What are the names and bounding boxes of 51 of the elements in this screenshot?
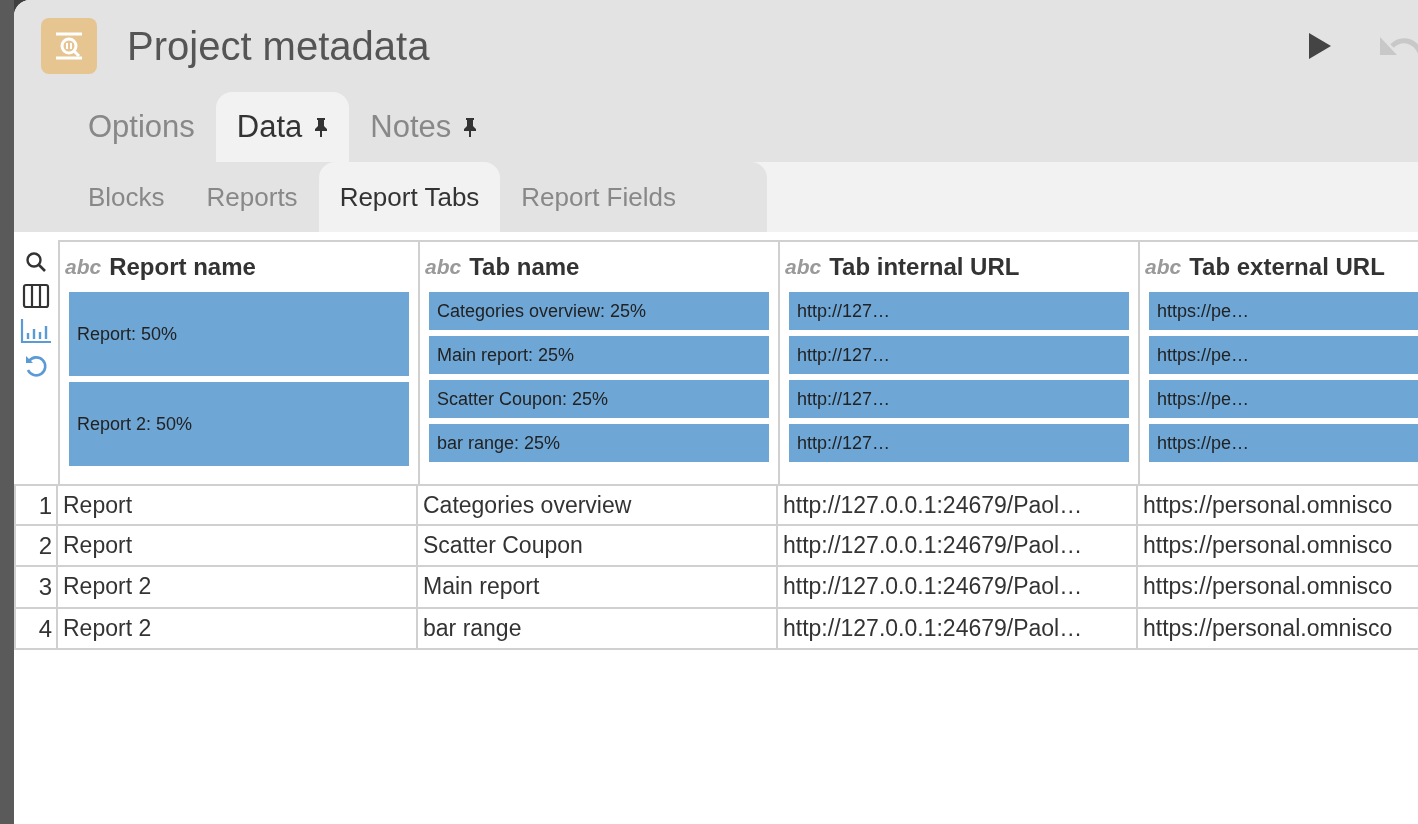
type-label: abc: [65, 254, 102, 281]
summary-bar[interactable]: Main report: 25%: [429, 336, 769, 374]
summary-bar[interactable]: Scatter Coupon: 25%: [429, 380, 769, 418]
app-logo-icon: [41, 18, 97, 74]
revert-icon[interactable]: [23, 353, 49, 379]
type-label: abc: [425, 254, 462, 281]
table-cell: Report: [58, 525, 418, 565]
row-number: 4: [14, 608, 58, 648]
row-number: 3: [14, 567, 58, 607]
summary-bar[interactable]: bar range: 25%: [429, 424, 769, 462]
summary-bar[interactable]: https://pe…: [1149, 292, 1418, 330]
summary-bar[interactable]: http://127…: [789, 424, 1129, 462]
summary-bar[interactable]: Categories overview: 25%: [429, 292, 769, 330]
table-cell: Scatter Coupon: [418, 525, 778, 565]
summary-bar[interactable]: https://pe…: [1149, 380, 1418, 418]
table-cell-text: https://personal.omnisco: [1142, 530, 1394, 560]
tab[interactable]: Data: [215, 92, 350, 162]
table-cell-text: https://personal.omnisco: [1142, 613, 1394, 643]
row-number: 2: [14, 525, 58, 565]
table-cell: http://127.0.0.1:24679/Paol…: [778, 567, 1138, 607]
table-cell: Report 2: [58, 608, 418, 648]
row-number: 1: [14, 486, 58, 524]
table-cell-text: https://personal.omnisco: [1142, 491, 1394, 520]
table-cell: http://127.0.0.1:24679/Paol…: [778, 486, 1138, 524]
summary-bar[interactable]: Report: 50%: [69, 292, 409, 376]
table-cell: Main report: [418, 567, 778, 607]
column-header[interactable]: Tab external URL: [1189, 249, 1385, 285]
summary-bar[interactable]: Report 2: 50%: [69, 382, 409, 466]
column-header[interactable]: Tab internal URL: [829, 249, 1020, 285]
summary-bar[interactable]: https://pe…: [1149, 424, 1418, 462]
play-icon[interactable]: [1308, 32, 1332, 60]
table-cell: Categories overview: [418, 486, 778, 524]
search-icon[interactable]: [24, 250, 48, 274]
subtab[interactable]: Report Tabs: [318, 162, 501, 232]
type-label: abc: [1145, 254, 1182, 281]
summary-bar[interactable]: https://pe…: [1149, 336, 1418, 374]
bar-chart-icon[interactable]: [20, 318, 52, 344]
columns-icon[interactable]: [22, 283, 50, 309]
column-header[interactable]: Tab name: [469, 249, 580, 285]
table-cell: http://127.0.0.1:24679/Paol…: [778, 525, 1138, 565]
window-title: Project metadata: [127, 23, 430, 70]
type-label: abc: [785, 254, 822, 281]
summary-bar[interactable]: http://127…: [789, 336, 1129, 374]
table-cell: bar range: [418, 608, 778, 648]
table-cell: Report 2: [58, 567, 418, 607]
table-cell-text: https://personal.omnisco: [1142, 572, 1394, 601]
summary-bar[interactable]: http://127…: [789, 380, 1129, 418]
column-header[interactable]: Report name: [109, 249, 256, 285]
table-cell: http://127.0.0.1:24679/Paol…: [778, 608, 1138, 648]
table-cell: Report: [58, 486, 418, 524]
summary-bar[interactable]: http://127…: [789, 292, 1129, 330]
